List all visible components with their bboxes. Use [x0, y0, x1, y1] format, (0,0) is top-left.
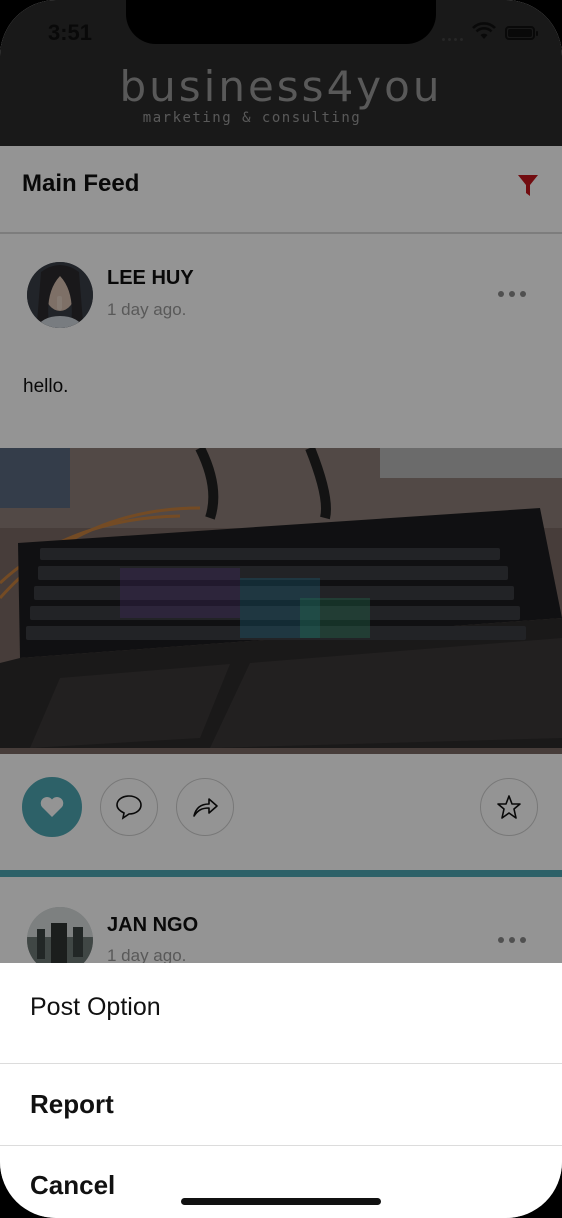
home-indicator[interactable] [181, 1198, 381, 1205]
report-button[interactable]: Report [30, 1089, 114, 1120]
cancel-button[interactable]: Cancel [30, 1170, 115, 1201]
divider [0, 1063, 562, 1064]
action-sheet-title: Post Option [30, 993, 161, 1021]
action-sheet: Post Option Report Cancel [0, 963, 562, 1218]
phone-screen: 3:51 business4you marketing & consulting… [0, 0, 562, 1218]
divider [0, 1145, 562, 1146]
